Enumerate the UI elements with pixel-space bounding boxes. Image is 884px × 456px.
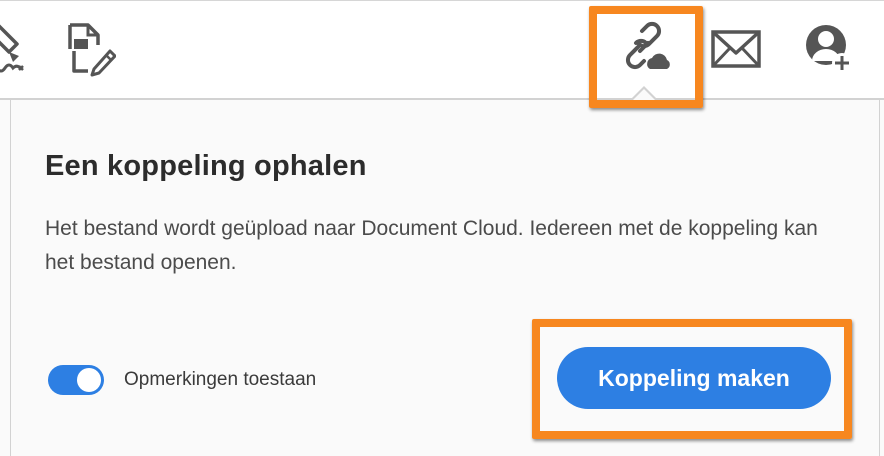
envelope-icon <box>711 30 761 68</box>
toggle-knob <box>77 368 101 392</box>
panel-title: Een koppeling ophalen <box>45 150 367 182</box>
highlight-frame-create-button <box>532 319 852 439</box>
add-user-tool[interactable] <box>800 19 860 79</box>
fill-sign-icon <box>0 24 24 73</box>
add-user-icon <box>806 25 852 73</box>
allow-comments-label: Opmerkingen toestaan <box>124 369 317 390</box>
highlight-frame-link-tool <box>589 6 703 108</box>
panel-right-border <box>879 98 880 456</box>
allow-comments-toggle[interactable] <box>48 365 104 395</box>
toolbar <box>0 0 884 98</box>
send-email-tool[interactable] <box>706 19 766 79</box>
panel-description: Het bestand wordt geüpload naar Document… <box>45 217 818 274</box>
export-pdf-tool[interactable] <box>58 19 118 79</box>
export-pdf-icon <box>68 23 116 77</box>
allow-comments-row: Opmerkingen toestaan <box>48 365 316 395</box>
panel-left-border <box>10 98 11 456</box>
fill-sign-tool[interactable] <box>0 19 38 79</box>
